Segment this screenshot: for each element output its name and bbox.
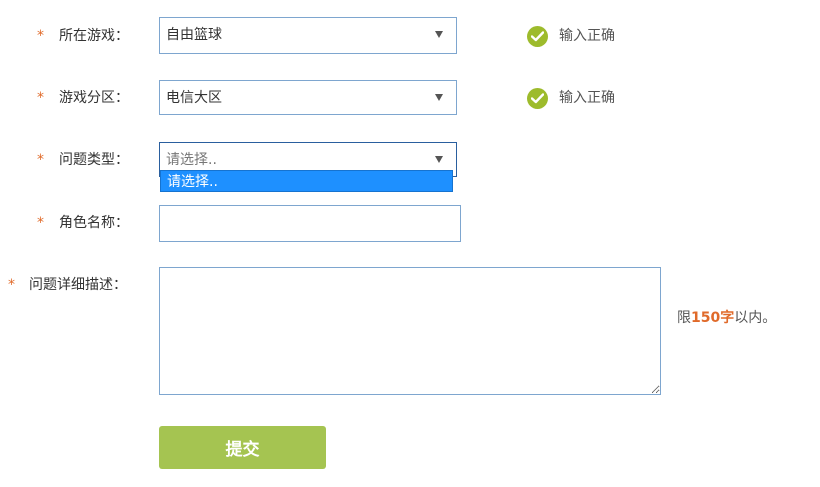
triangle-down-icon [435,31,443,38]
game-select[interactable]: 自由篮球 [159,17,457,54]
triangle-down-icon [435,156,443,163]
role-name-label: 角色名称： [59,215,129,231]
limit-prefix: 限 [677,310,691,326]
issue-type-label: 问题类型： [59,152,129,168]
description-textarea[interactable] [159,267,661,395]
check-circle-icon [527,88,548,109]
issue-type-dropdown: 请选择.. [160,170,453,192]
zone-select[interactable]: 电信大区 [159,80,457,115]
zone-select-value: 电信大区 [166,90,222,106]
check-circle-icon [527,26,548,47]
zone-status-text: 输入正确 [559,90,615,106]
required-mark: * [8,277,15,293]
char-limit-note: 限150字以内。 [677,310,776,326]
dropdown-option[interactable]: 请选择.. [167,174,218,190]
triangle-down-icon [435,94,443,101]
game-select-value: 自由篮球 [166,27,222,43]
required-mark: * [37,28,44,44]
required-mark: * [37,215,44,231]
submit-button[interactable]: 提交 [159,426,326,469]
description-label: 问题详细描述： [29,277,127,293]
zone-label: 游戏分区： [59,90,129,106]
role-name-input[interactable] [159,205,461,242]
game-label: 所在游戏： [59,28,129,44]
required-mark: * [37,152,44,168]
game-status-text: 输入正确 [559,28,615,44]
limit-suffix: 以内。 [734,310,777,326]
limit-count: 150字 [691,310,735,326]
required-mark: * [37,90,44,106]
issue-type-select-value: 请选择.. [166,152,217,168]
